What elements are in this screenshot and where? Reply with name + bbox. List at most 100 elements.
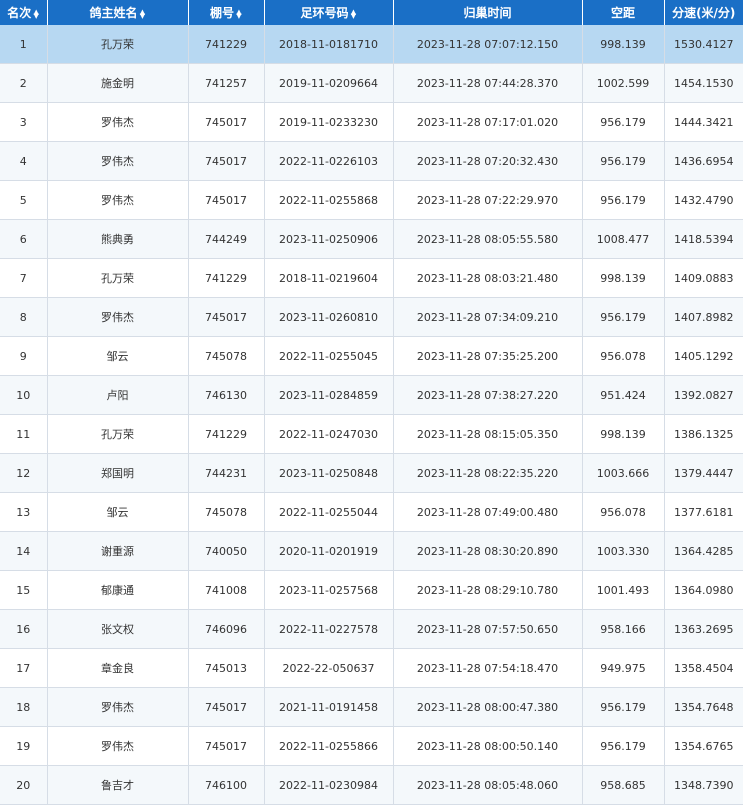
table-row[interactable]: 20 鲁吉才 746100 2022-11-0230984 2023-11-28 08:… xyxy=(0,765,743,805)
table-row[interactable]: 15 郁康通 741008 2023-11-0257568 2023-11-28 08:… xyxy=(0,570,743,610)
cell-distance: 956.179 xyxy=(582,687,665,727)
column-header-label: 空距 xyxy=(610,6,635,20)
cell-ring-number: 2023-11-0250848 xyxy=(264,453,394,493)
cell-ring-number: 2022-11-0227578 xyxy=(264,609,394,649)
cell-owner-name: 罗伟杰 xyxy=(47,687,189,727)
table-row[interactable]: 10 卢阳 746130 2023-11-0284859 2023-11-28 07:3… xyxy=(0,375,743,415)
cell-speed: 1436.6954 xyxy=(664,141,743,181)
cell-distance: 958.685 xyxy=(582,765,665,805)
cell-loft-number: 741229 xyxy=(188,414,265,454)
cell-speed: 1418.5394 xyxy=(664,219,743,259)
cell-ring-number: 2022-11-0255045 xyxy=(264,336,394,376)
cell-arrival-time: 2023-11-28 07:22:29.970 xyxy=(393,180,583,220)
cell-owner-name: 熊典勇 xyxy=(47,219,189,259)
cell-arrival-time: 2023-11-28 08:00:47.380 xyxy=(393,687,583,727)
cell-speed: 1432.4790 xyxy=(664,180,743,220)
cell-loft-number: 744249 xyxy=(188,219,265,259)
cell-distance: 956.078 xyxy=(582,336,665,376)
column-header-distance: 空距 xyxy=(582,0,665,25)
table-row[interactable]: 7 孔万荣 741229 2018-11-0219604 2023-11-28 08:0… xyxy=(0,258,743,298)
sort-icon[interactable]: ▲ ▼ xyxy=(140,8,146,19)
cell-distance: 998.139 xyxy=(582,414,665,454)
cell-loft-number: 745013 xyxy=(188,648,265,688)
table-row[interactable]: 18 罗伟杰 745017 2021-11-0191458 2023-11-28 08:… xyxy=(0,687,743,727)
cell-ring-number: 2023-11-0250906 xyxy=(264,219,394,259)
cell-rank: 1 xyxy=(0,25,48,64)
cell-rank: 14 xyxy=(0,531,48,571)
cell-ring-number: 2021-11-0191458 xyxy=(264,687,394,727)
cell-ring-number: 2022-22-050637 xyxy=(264,648,394,688)
cell-speed: 1444.3421 xyxy=(664,102,743,142)
cell-arrival-time: 2023-11-28 07:17:01.020 xyxy=(393,102,583,142)
table-row[interactable]: 16 张文权 746096 2022-11-0227578 2023-11-28 07:… xyxy=(0,609,743,649)
cell-distance: 1002.599 xyxy=(582,63,665,103)
cell-ring-number: 2018-11-0181710 xyxy=(264,25,394,64)
column-header-loft-number[interactable]: 棚号 ▲ ▼ xyxy=(188,0,265,25)
header-row: 名次 ▲ ▼ 鸽主姓名 ▲ ▼ 棚号 ▲ ▼ 足环号码 ▲ ▼ 归巢时间 空距 分速(米/分) xyxy=(0,0,743,25)
sort-icon[interactable]: ▲ ▼ xyxy=(33,8,39,19)
cell-distance: 956.078 xyxy=(582,492,665,532)
table-row[interactable]: 17 章金良 745013 2022-22-050637 2023-11-28 07:5… xyxy=(0,648,743,688)
table-row[interactable]: 12 郑国明 744231 2023-11-0250848 2023-11-28 08:… xyxy=(0,453,743,493)
cell-loft-number: 740050 xyxy=(188,531,265,571)
cell-arrival-time: 2023-11-28 08:15:05.350 xyxy=(393,414,583,454)
cell-arrival-time: 2023-11-28 07:35:25.200 xyxy=(393,336,583,376)
cell-distance: 998.139 xyxy=(582,258,665,298)
cell-speed: 1392.0827 xyxy=(664,375,743,415)
cell-loft-number: 741229 xyxy=(188,25,265,64)
column-header-owner-name[interactable]: 鸽主姓名 ▲ ▼ xyxy=(47,0,189,25)
sort-down-icon[interactable]: ▼ xyxy=(351,12,357,19)
cell-owner-name: 施金明 xyxy=(47,63,189,103)
cell-distance: 1003.330 xyxy=(582,531,665,571)
cell-speed: 1363.2695 xyxy=(664,609,743,649)
cell-distance: 956.179 xyxy=(582,141,665,181)
cell-owner-name: 郁康通 xyxy=(47,570,189,610)
cell-rank: 6 xyxy=(0,219,48,259)
cell-arrival-time: 2023-11-28 07:54:18.470 xyxy=(393,648,583,688)
cell-owner-name: 谢重源 xyxy=(47,531,189,571)
cell-distance: 956.179 xyxy=(582,726,665,766)
cell-owner-name: 鲁吉才 xyxy=(47,765,189,805)
cell-distance: 1008.477 xyxy=(582,219,665,259)
table-row[interactable]: 1 孔万荣 741229 2018-11-0181710 2023-11-28 07:0… xyxy=(0,25,743,64)
column-header-rank[interactable]: 名次 ▲ ▼ xyxy=(0,0,48,25)
cell-loft-number: 745017 xyxy=(188,180,265,220)
cell-loft-number: 745017 xyxy=(188,141,265,181)
cell-loft-number: 741008 xyxy=(188,570,265,610)
sort-icon[interactable]: ▲ ▼ xyxy=(351,8,357,19)
column-header-ring-number[interactable]: 足环号码 ▲ ▼ xyxy=(264,0,394,25)
sort-down-icon[interactable]: ▼ xyxy=(140,12,146,19)
table-header: 名次 ▲ ▼ 鸽主姓名 ▲ ▼ 棚号 ▲ ▼ 足环号码 ▲ ▼ 归巢时间 空距 分速(米/分) xyxy=(0,0,743,25)
table-row[interactable]: 5 罗伟杰 745017 2022-11-0255868 2023-11-28 07:2… xyxy=(0,180,743,220)
cell-owner-name: 张文权 xyxy=(47,609,189,649)
cell-arrival-time: 2023-11-28 07:57:50.650 xyxy=(393,609,583,649)
table-row[interactable]: 3 罗伟杰 745017 2019-11-0233230 2023-11-28 07:1… xyxy=(0,102,743,142)
cell-loft-number: 746096 xyxy=(188,609,265,649)
sort-down-icon[interactable]: ▼ xyxy=(236,12,242,19)
table-row[interactable]: 9 邹云 745078 2022-11-0255045 2023-11-28 07:35… xyxy=(0,336,743,376)
sort-down-icon[interactable]: ▼ xyxy=(33,12,39,19)
column-header-label: 归巢时间 xyxy=(463,6,512,20)
cell-loft-number: 745017 xyxy=(188,102,265,142)
table-row[interactable]: 13 邹云 745078 2022-11-0255044 2023-11-28 07:4… xyxy=(0,492,743,532)
table-row[interactable]: 4 罗伟杰 745017 2022-11-0226103 2023-11-28 07:2… xyxy=(0,141,743,181)
cell-distance: 1003.666 xyxy=(582,453,665,493)
cell-owner-name: 卢阳 xyxy=(47,375,189,415)
cell-ring-number: 2018-11-0219604 xyxy=(264,258,394,298)
table-row[interactable]: 6 熊典勇 744249 2023-11-0250906 2023-11-28 08:0… xyxy=(0,219,743,259)
cell-owner-name: 郑国明 xyxy=(47,453,189,493)
cell-arrival-time: 2023-11-28 08:00:50.140 xyxy=(393,726,583,766)
column-header-speed: 分速(米/分) xyxy=(664,0,743,25)
cell-ring-number: 2022-11-0255866 xyxy=(264,726,394,766)
cell-distance: 956.179 xyxy=(582,297,665,337)
table-row[interactable]: 11 孔万荣 741229 2022-11-0247030 2023-11-28 08:… xyxy=(0,414,743,454)
cell-ring-number: 2022-11-0230984 xyxy=(264,765,394,805)
table-row[interactable]: 8 罗伟杰 745017 2023-11-0260810 2023-11-28 07:3… xyxy=(0,297,743,337)
cell-arrival-time: 2023-11-28 07:49:00.480 xyxy=(393,492,583,532)
table-row[interactable]: 19 罗伟杰 745017 2022-11-0255866 2023-11-28 08:… xyxy=(0,726,743,766)
sort-icon[interactable]: ▲ ▼ xyxy=(236,8,242,19)
cell-arrival-time: 2023-11-28 08:29:10.780 xyxy=(393,570,583,610)
table-row[interactable]: 2 施金明 741257 2019-11-0209664 2023-11-28 07:4… xyxy=(0,63,743,103)
table-row[interactable]: 14 谢重源 740050 2020-11-0201919 2023-11-28 08:… xyxy=(0,531,743,571)
cell-arrival-time: 2023-11-28 07:20:32.430 xyxy=(393,141,583,181)
